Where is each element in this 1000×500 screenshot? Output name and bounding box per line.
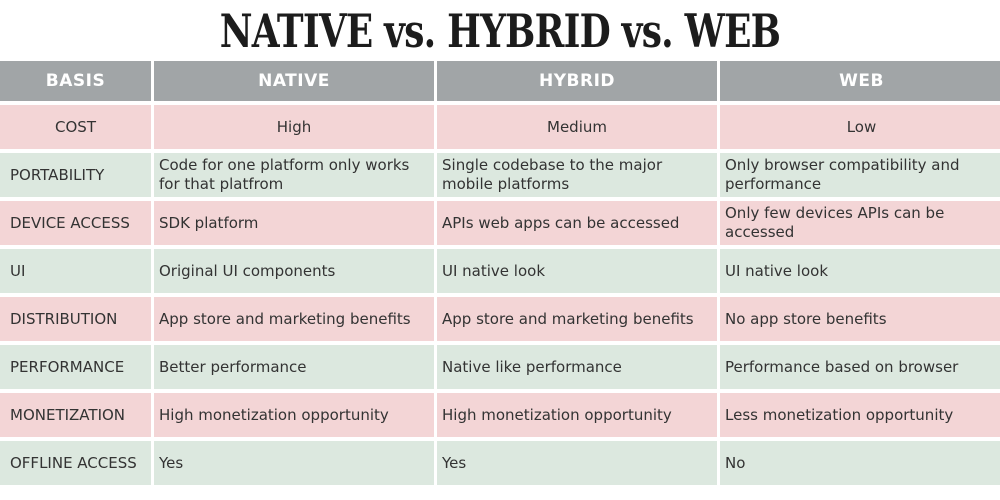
native-cell: Original UI components xyxy=(154,249,434,293)
native-cell: App store and marketing benefits xyxy=(154,297,434,341)
web-cell: No xyxy=(720,441,1000,485)
header-hybrid: HYBRID xyxy=(437,61,717,101)
native-cell: High xyxy=(154,105,434,149)
native-cell: Code for one platform only works for tha… xyxy=(154,153,434,197)
comparison-table: BASIS NATIVE HYBRID WEB COST High Medium… xyxy=(0,57,1000,489)
hybrid-cell: Native like performance xyxy=(437,345,717,389)
hybrid-cell: App store and marketing benefits xyxy=(437,297,717,341)
hybrid-cell: Yes xyxy=(437,441,717,485)
page-title: NATIVE vs. HYBRID vs. WEB xyxy=(219,4,781,58)
basis-cell: DISTRIBUTION xyxy=(0,297,151,341)
web-cell: Performance based on browser xyxy=(720,345,1000,389)
web-cell: Only few devices APIs can be accessed xyxy=(720,201,1000,245)
web-cell: UI native look xyxy=(720,249,1000,293)
table-row-performance: PERFORMANCE Better performance Native li… xyxy=(0,345,1000,389)
table-row-distribution: DISTRIBUTION App store and marketing ben… xyxy=(0,297,1000,341)
basis-cell: UI xyxy=(0,249,151,293)
basis-cell: MONETIZATION xyxy=(0,393,151,437)
native-cell: SDK platform xyxy=(154,201,434,245)
web-cell: Less monetization opportunity xyxy=(720,393,1000,437)
basis-cell: COST xyxy=(0,105,151,149)
header-basis: BASIS xyxy=(0,61,151,101)
header-web: WEB xyxy=(720,61,1000,101)
hybrid-cell: APIs web apps can be accessed xyxy=(437,201,717,245)
table-row-offline-access: OFFLINE ACCESS Yes Yes No xyxy=(0,441,1000,485)
native-cell: High monetization opportunity xyxy=(154,393,434,437)
table-row-monetization: MONETIZATION High monetization opportuni… xyxy=(0,393,1000,437)
basis-cell: PORTABILITY xyxy=(0,153,151,197)
web-cell: Only browser compatibility and performan… xyxy=(720,153,1000,197)
table-row-device-access: DEVICE ACCESS SDK platform APIs web apps… xyxy=(0,201,1000,245)
hybrid-cell: UI native look xyxy=(437,249,717,293)
table-row-ui: UI Original UI components UI native look… xyxy=(0,249,1000,293)
basis-cell: DEVICE ACCESS xyxy=(0,201,151,245)
hybrid-cell: Single codebase to the major mobile plat… xyxy=(437,153,717,197)
native-cell: Better performance xyxy=(154,345,434,389)
header-row: BASIS NATIVE HYBRID WEB xyxy=(0,61,1000,101)
basis-cell: OFFLINE ACCESS xyxy=(0,441,151,485)
native-cell: Yes xyxy=(154,441,434,485)
hybrid-cell: Medium xyxy=(437,105,717,149)
table-row-cost: COST High Medium Low xyxy=(0,105,1000,149)
hybrid-cell: High monetization opportunity xyxy=(437,393,717,437)
basis-cell: PERFORMANCE xyxy=(0,345,151,389)
table-row-portability: PORTABILITY Code for one platform only w… xyxy=(0,153,1000,197)
header-native: NATIVE xyxy=(154,61,434,101)
web-cell: Low xyxy=(720,105,1000,149)
web-cell: No app store benefits xyxy=(720,297,1000,341)
